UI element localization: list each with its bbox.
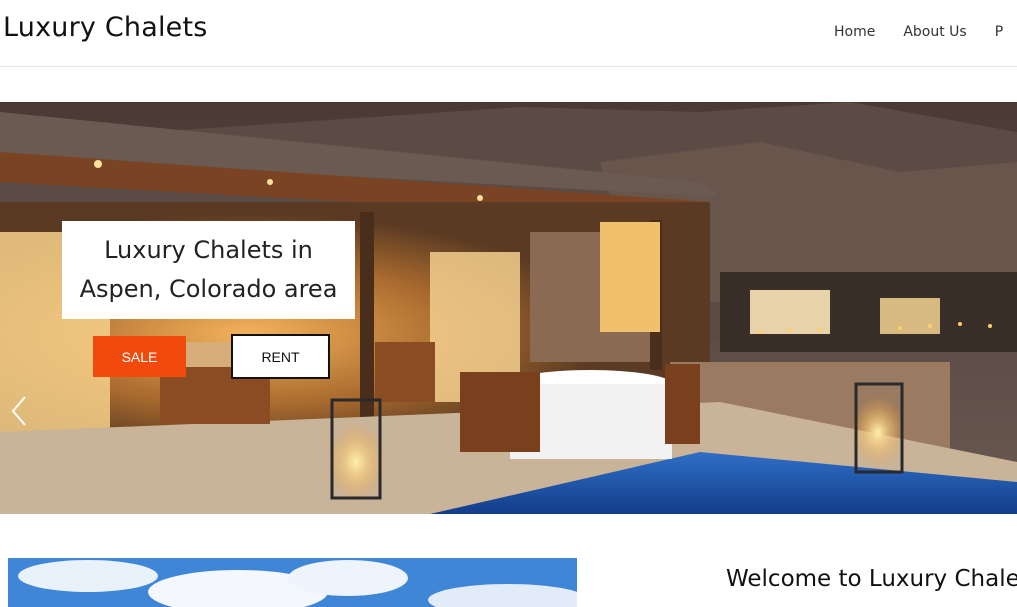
featured-image (8, 558, 577, 607)
site-header: Luxury Chalets Home About Us P (0, 0, 1017, 67)
main-nav: Home About Us P (834, 24, 1017, 40)
nav-item-home[interactable]: Home (834, 24, 875, 40)
slider-prev-icon[interactable] (8, 394, 30, 428)
nav-item-about-us[interactable]: About Us (903, 24, 966, 40)
sale-button[interactable]: SALE (93, 336, 186, 377)
nav-item-partial[interactable]: P (995, 24, 1003, 40)
rent-button[interactable]: RENT (231, 334, 330, 379)
welcome-heading: Welcome to Luxury Chale (726, 566, 1017, 592)
hero-caption-line2: Aspen, Colorado area (79, 275, 338, 303)
hero-caption: Luxury Chalets in Aspen, Colorado area (62, 221, 355, 319)
hero-caption-line1: Luxury Chalets in (104, 236, 313, 264)
site-title[interactable]: Luxury Chalets (3, 12, 208, 43)
hero-caption-text: Luxury Chalets in Aspen, Colorado area (80, 231, 338, 309)
